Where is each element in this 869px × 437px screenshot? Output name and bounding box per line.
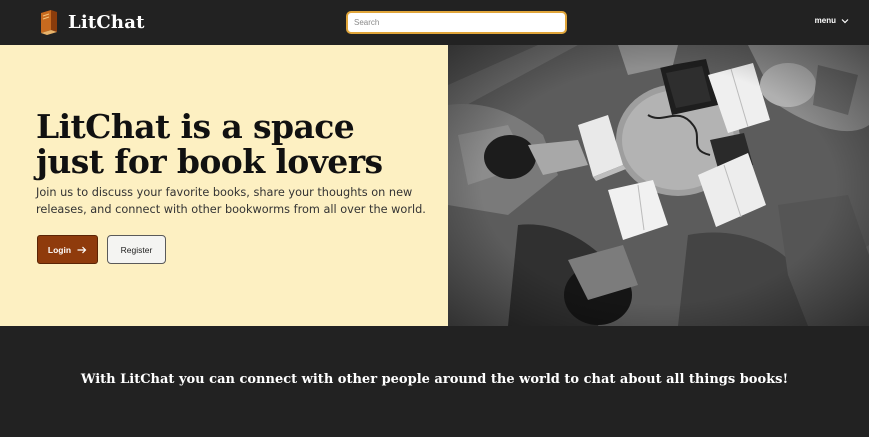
hero-image xyxy=(448,45,869,326)
top-nav: LitChat menu xyxy=(0,0,869,45)
hero-subtext: Join us to discuss your favorite books, … xyxy=(36,186,426,216)
register-button[interactable]: Register xyxy=(107,235,166,264)
tagline-text: With LitChat you can connect with other … xyxy=(80,372,789,387)
hero-headline: LitChat is a space just for book lovers xyxy=(36,109,436,179)
search-input[interactable] xyxy=(346,11,567,34)
reading-photo xyxy=(448,45,869,326)
chevron-down-icon xyxy=(841,18,849,23)
book-icon xyxy=(41,10,57,35)
info-section: With LitChat you can connect with other … xyxy=(0,326,869,437)
menu-label: menu xyxy=(814,16,836,25)
brand-link[interactable]: LitChat xyxy=(38,9,145,35)
menu-dropdown[interactable]: menu xyxy=(815,16,849,25)
headline-line-2: just for book lovers xyxy=(36,142,383,181)
login-button[interactable]: Login xyxy=(37,235,98,264)
brand-name: LitChat xyxy=(68,11,145,33)
arrow-right-icon xyxy=(77,246,87,253)
register-label: Register xyxy=(120,244,153,255)
headline-line-1: LitChat is a space xyxy=(36,107,355,146)
login-label: Login xyxy=(47,244,72,255)
hero-section: LitChat is a space just for book lovers … xyxy=(0,45,448,326)
